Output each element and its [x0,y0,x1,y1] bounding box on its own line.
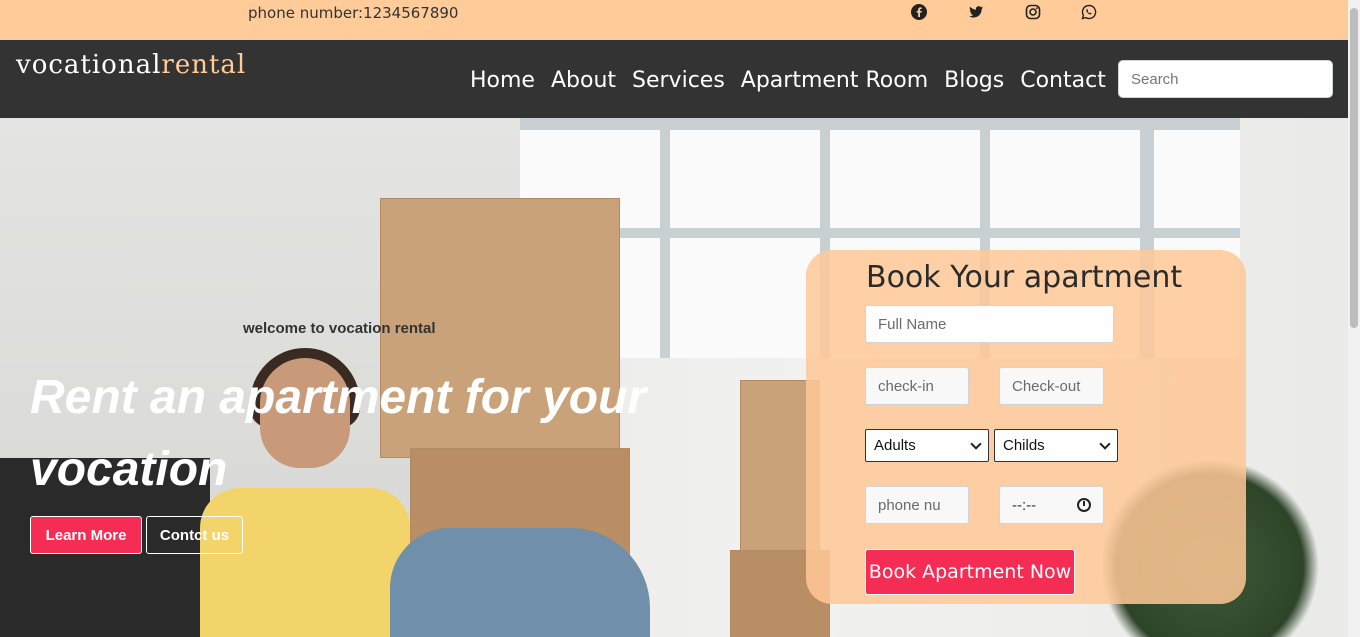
nav-link-contact[interactable]: Contact [1020,66,1106,96]
childs-select[interactable]: Childs [994,429,1118,462]
whatsapp-icon[interactable] [1081,4,1099,22]
full-name-field[interactable] [865,305,1114,343]
welcome-text: welcome to vocation rental [243,320,436,337]
phone-number: phone number:1234567890 [248,4,459,22]
time-field[interactable]: --:-- [999,486,1104,524]
facebook-icon[interactable] [911,4,929,22]
navbar: vocationalrental Home About Services Apa… [0,40,1348,118]
childs-select-value: Childs [1003,437,1045,454]
check-out-field[interactable] [999,367,1104,405]
nav-link-home[interactable]: Home [470,66,535,96]
check-in-field[interactable] [865,367,969,405]
time-field-value: --:-- [1012,496,1037,514]
search-input[interactable] [1118,60,1333,98]
phone-field[interactable] [865,486,969,524]
booking-form: Book Your apartment Adults Childs --:-- … [806,250,1246,604]
nav-link-apartment-room[interactable]: Apartment Room [741,66,928,96]
booking-heading: Book Your apartment [866,260,1183,295]
adults-select-value: Adults [874,437,916,454]
chevron-down-icon [1099,437,1111,450]
logo-main-text: vocational [16,50,162,80]
adults-select[interactable]: Adults [865,429,989,462]
clock-icon[interactable] [1077,498,1091,512]
hero-person-legs [390,528,650,637]
chevron-down-icon [970,437,982,450]
scrollbar-thumb[interactable] [1350,8,1358,328]
book-apartment-button[interactable]: Book Apartment Now [865,549,1075,595]
top-bar: phone number:1234567890 [0,0,1348,40]
page-scrollbar[interactable] [1348,0,1360,637]
contact-us-button[interactable]: Contct us [146,516,243,554]
nav-links: Home About Services Apartment Room Blogs… [470,66,1122,96]
logo-accent-text: rental [161,50,247,80]
hero-title: Rent an apartment for your vocation [30,371,647,496]
nav-link-blogs[interactable]: Blogs [944,66,1004,96]
nav-link-about[interactable]: About [551,66,616,96]
twitter-icon[interactable] [968,4,986,22]
learn-more-button[interactable]: Learn More [30,516,142,554]
instagram-icon[interactable] [1025,4,1043,22]
site-logo[interactable]: vocationalrental [16,50,246,80]
nav-link-services[interactable]: Services [632,66,725,96]
